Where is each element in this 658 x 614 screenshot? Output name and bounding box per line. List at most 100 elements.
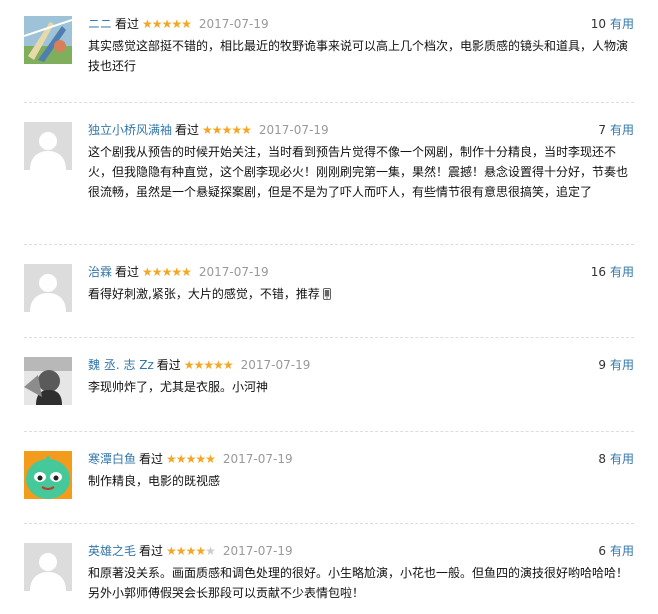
mobile-phone-icon bbox=[322, 286, 331, 306]
useful-vote: 9 有用 bbox=[598, 357, 634, 373]
star-rating: ★★★★★ bbox=[142, 17, 192, 31]
vote-count: 10 bbox=[590, 17, 606, 31]
comment-date: 2017-07-19 bbox=[240, 358, 311, 372]
comment-divider bbox=[24, 523, 634, 524]
useful-button[interactable]: 有用 bbox=[610, 452, 634, 466]
star-icon: ★ bbox=[193, 358, 205, 372]
useful-vote: 8 有用 bbox=[598, 451, 634, 467]
comment-username-link[interactable]: 寒潭白鱼 bbox=[88, 452, 136, 466]
comment-text: 其实感觉这部挺不错的，相比最近的牧野诡事来说可以高上几个档次，电影质感的镜头和道… bbox=[88, 36, 634, 76]
comment-meta: 治霖 看过 ★★★★★ 2017-07-19 bbox=[88, 264, 269, 280]
star-rating: ★★★★★ bbox=[183, 358, 234, 372]
star-icon: ★ bbox=[195, 544, 206, 558]
comment-username-link[interactable]: 魏 丞. 志 Zz bbox=[88, 358, 154, 372]
star-icon: ★ bbox=[166, 544, 177, 558]
comment-text: 看得好刺激,紧张，大片的感觉，不错，推荐 bbox=[88, 284, 634, 306]
watched-label: 看过 bbox=[115, 17, 140, 31]
star-icon: ★ bbox=[161, 265, 173, 279]
comment-text: 这个剧我从预告的时候开始关注，当时看到预告片觉得不像一个网剧，制作十分精良，当时… bbox=[88, 142, 634, 202]
comment-divider bbox=[24, 431, 634, 432]
comment-body: 制作精良，电影的既视感 bbox=[88, 474, 221, 488]
star-icon: ★ bbox=[185, 544, 197, 558]
vote-count: 9 bbox=[598, 358, 606, 372]
star-icon: ★ bbox=[205, 452, 216, 466]
comment-username-link[interactable]: 治霖 bbox=[88, 265, 112, 279]
useful-button[interactable]: 有用 bbox=[610, 17, 634, 31]
comment-meta: 英雄之毛 看过 ★★★★★ 2017-07-19 bbox=[88, 543, 293, 559]
star-icon: ★ bbox=[205, 544, 216, 558]
star-icon: ★ bbox=[202, 123, 213, 137]
watched-label: 看过 bbox=[139, 452, 164, 466]
comment-divider bbox=[24, 102, 634, 103]
default-avatar[interactable] bbox=[24, 264, 72, 312]
star-icon: ★ bbox=[181, 265, 192, 279]
star-icon: ★ bbox=[181, 17, 192, 31]
comment-date: 2017-07-19 bbox=[258, 123, 329, 137]
default-avatar[interactable] bbox=[24, 122, 72, 170]
star-icon: ★ bbox=[185, 452, 197, 466]
star-rating: ★★★★★ bbox=[202, 123, 252, 137]
comment-body: 李现帅炸了，尤其是衣服。小河神 bbox=[88, 380, 269, 394]
star-icon: ★ bbox=[171, 265, 182, 279]
comment-date: 2017-07-19 bbox=[222, 452, 293, 466]
comment-username-link[interactable]: 独立小桥风满袖 bbox=[88, 123, 172, 137]
default-avatar[interactable] bbox=[24, 543, 72, 591]
green-cartoon-avatar[interactable] bbox=[24, 451, 72, 499]
comment-username-link[interactable]: 英雄之毛 bbox=[88, 544, 136, 558]
comment-date: 2017-07-19 bbox=[198, 265, 269, 279]
comment-meta: 独立小桥风满袖 看过 ★★★★★ 2017-07-19 bbox=[88, 122, 329, 138]
star-rating: ★★★★★ bbox=[142, 265, 192, 279]
comment-body: 其实感觉这部挺不错的，相比最近的牧野诡事来说可以高上几个档次，电影质感的镜头和道… bbox=[88, 39, 629, 73]
star-icon: ★ bbox=[222, 358, 234, 372]
comment-text: 和原著没关系。画面质感和调色处理的很好。小生略尬演，小花也一般。但鱼四的演技很好… bbox=[88, 563, 634, 603]
watched-label: 看过 bbox=[139, 544, 164, 558]
useful-vote: 7 有用 bbox=[598, 122, 634, 138]
useful-button[interactable]: 有用 bbox=[610, 544, 634, 558]
comment-date: 2017-07-19 bbox=[198, 17, 269, 31]
comment-meta: 寒潭白鱼 看过 ★★★★★ 2017-07-19 bbox=[88, 451, 293, 467]
star-rating: ★★★★★ bbox=[166, 452, 216, 466]
useful-button[interactable]: 有用 bbox=[610, 358, 634, 372]
useful-vote: 16 有用 bbox=[591, 264, 634, 280]
star-icon: ★ bbox=[175, 544, 187, 558]
star-icon: ★ bbox=[161, 17, 173, 31]
useful-vote: 6 有用 bbox=[598, 543, 634, 559]
watched-label: 看过 bbox=[175, 123, 200, 137]
useful-vote: 10 有用 bbox=[591, 16, 634, 32]
star-icon: ★ bbox=[213, 358, 224, 372]
star-icon: ★ bbox=[183, 358, 195, 372]
comment-divider bbox=[24, 337, 634, 338]
star-icon: ★ bbox=[166, 452, 177, 466]
comment-meta: 魏 丞. 志 Zz 看过 ★★★★★ 2017-07-19 bbox=[88, 357, 310, 373]
comment-divider bbox=[24, 244, 634, 245]
useful-button[interactable]: 有用 bbox=[610, 123, 634, 137]
star-icon: ★ bbox=[195, 452, 206, 466]
star-rating: ★★★★★ bbox=[166, 544, 216, 558]
comment-username-link[interactable]: ニニ bbox=[88, 17, 112, 31]
comment-body: 和原著没关系。画面质感和调色处理的很好。小生略尬演，小花也一般。但鱼四的演技很好… bbox=[88, 566, 629, 600]
star-icon: ★ bbox=[171, 17, 182, 31]
star-icon: ★ bbox=[241, 123, 252, 137]
star-icon: ★ bbox=[142, 17, 153, 31]
star-icon: ★ bbox=[151, 17, 163, 31]
useful-button[interactable]: 有用 bbox=[610, 265, 634, 279]
watched-label: 看过 bbox=[115, 265, 140, 279]
comment-meta: ニニ 看过 ★★★★★ 2017-07-19 bbox=[88, 16, 269, 32]
illustration-avatar[interactable] bbox=[24, 16, 72, 64]
vote-count: 8 bbox=[598, 452, 606, 466]
star-icon: ★ bbox=[231, 123, 242, 137]
star-icon: ★ bbox=[142, 265, 153, 279]
vote-count: 16 bbox=[590, 265, 606, 279]
comment-date: 2017-07-19 bbox=[222, 544, 293, 558]
comment-text: 李现帅炸了，尤其是衣服。小河神 bbox=[88, 377, 634, 397]
star-icon: ★ bbox=[221, 123, 233, 137]
watched-label: 看过 bbox=[156, 358, 181, 372]
star-icon: ★ bbox=[211, 123, 223, 137]
vote-count: 7 bbox=[598, 123, 606, 137]
comment-body: 这个剧我从预告的时候开始关注，当时看到预告片觉得不像一个网剧，制作十分精良，当时… bbox=[88, 145, 629, 199]
vote-count: 6 bbox=[598, 544, 606, 558]
comment-text: 制作精良，电影的既视感 bbox=[88, 471, 634, 491]
star-icon: ★ bbox=[203, 358, 214, 372]
photo-avatar[interactable] bbox=[24, 357, 72, 405]
star-icon: ★ bbox=[151, 265, 163, 279]
